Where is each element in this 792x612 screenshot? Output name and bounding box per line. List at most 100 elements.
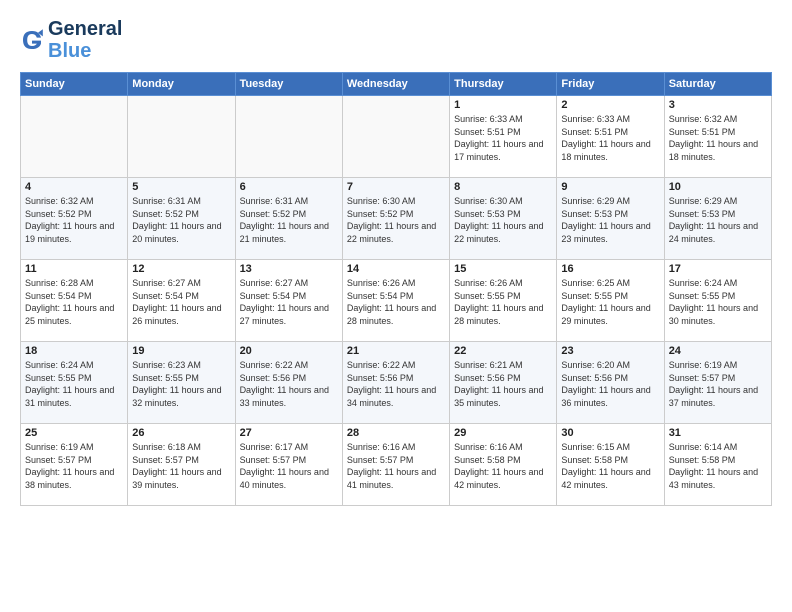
- day-info: Sunrise: 6:24 AM Sunset: 5:55 PM Dayligh…: [669, 277, 767, 327]
- day-info: Sunrise: 6:19 AM Sunset: 5:57 PM Dayligh…: [669, 359, 767, 409]
- calendar-cell: [235, 96, 342, 178]
- day-number: 5: [132, 181, 230, 193]
- day-info: Sunrise: 6:21 AM Sunset: 5:56 PM Dayligh…: [454, 359, 552, 409]
- day-info: Sunrise: 6:33 AM Sunset: 5:51 PM Dayligh…: [561, 113, 659, 163]
- weekday-header-thursday: Thursday: [450, 73, 557, 96]
- day-info: Sunrise: 6:16 AM Sunset: 5:57 PM Dayligh…: [347, 441, 445, 491]
- calendar-cell: 2 Sunrise: 6:33 AM Sunset: 5:51 PM Daylig…: [557, 96, 664, 178]
- day-info: Sunrise: 6:17 AM Sunset: 5:57 PM Dayligh…: [240, 441, 338, 491]
- day-number: 20: [240, 345, 338, 357]
- page: General Blue SundayMondayTuesdayWednesda…: [0, 0, 792, 518]
- day-info: Sunrise: 6:29 AM Sunset: 5:53 PM Dayligh…: [669, 195, 767, 245]
- day-number: 27: [240, 427, 338, 439]
- day-info: Sunrise: 6:31 AM Sunset: 5:52 PM Dayligh…: [240, 195, 338, 245]
- day-info: Sunrise: 6:26 AM Sunset: 5:55 PM Dayligh…: [454, 277, 552, 327]
- calendar-cell: 27 Sunrise: 6:17 AM Sunset: 5:57 PM Dayli…: [235, 424, 342, 506]
- day-info: Sunrise: 6:27 AM Sunset: 5:54 PM Dayligh…: [132, 277, 230, 327]
- calendar-cell: 15 Sunrise: 6:26 AM Sunset: 5:55 PM Dayli…: [450, 260, 557, 342]
- day-info: Sunrise: 6:27 AM Sunset: 5:54 PM Dayligh…: [240, 277, 338, 327]
- calendar-cell: 6 Sunrise: 6:31 AM Sunset: 5:52 PM Daylig…: [235, 178, 342, 260]
- day-info: Sunrise: 6:23 AM Sunset: 5:55 PM Dayligh…: [132, 359, 230, 409]
- day-info: Sunrise: 6:33 AM Sunset: 5:51 PM Dayligh…: [454, 113, 552, 163]
- day-info: Sunrise: 6:22 AM Sunset: 5:56 PM Dayligh…: [347, 359, 445, 409]
- calendar-cell: 11 Sunrise: 6:28 AM Sunset: 5:54 PM Dayli…: [21, 260, 128, 342]
- day-info: Sunrise: 6:30 AM Sunset: 5:52 PM Dayligh…: [347, 195, 445, 245]
- calendar-cell: [21, 96, 128, 178]
- calendar-cell: 17 Sunrise: 6:24 AM Sunset: 5:55 PM Dayli…: [664, 260, 771, 342]
- calendar-cell: 29 Sunrise: 6:16 AM Sunset: 5:58 PM Dayli…: [450, 424, 557, 506]
- day-info: Sunrise: 6:29 AM Sunset: 5:53 PM Dayligh…: [561, 195, 659, 245]
- calendar-cell: [342, 96, 449, 178]
- day-number: 19: [132, 345, 230, 357]
- logo-icon: [20, 28, 44, 52]
- day-number: 24: [669, 345, 767, 357]
- calendar-cell: 19 Sunrise: 6:23 AM Sunset: 5:55 PM Dayli…: [128, 342, 235, 424]
- calendar-cell: 14 Sunrise: 6:26 AM Sunset: 5:54 PM Dayli…: [342, 260, 449, 342]
- day-number: 11: [25, 263, 123, 275]
- day-info: Sunrise: 6:22 AM Sunset: 5:56 PM Dayligh…: [240, 359, 338, 409]
- calendar-cell: [128, 96, 235, 178]
- day-info: Sunrise: 6:20 AM Sunset: 5:56 PM Dayligh…: [561, 359, 659, 409]
- calendar-cell: 3Sunrise: 6:32 AM Sunset: 5:51 PM Daylig…: [664, 96, 771, 178]
- day-info: Sunrise: 6:25 AM Sunset: 5:55 PM Dayligh…: [561, 277, 659, 327]
- calendar-cell: 31Sunrise: 6:14 AM Sunset: 5:58 PM Dayli…: [664, 424, 771, 506]
- calendar-cell: 7Sunrise: 6:30 AM Sunset: 5:52 PM Daylig…: [342, 178, 449, 260]
- calendar-cell: 5 Sunrise: 6:31 AM Sunset: 5:52 PM Daylig…: [128, 178, 235, 260]
- calendar-cell: 18 Sunrise: 6:24 AM Sunset: 5:55 PM Dayli…: [21, 342, 128, 424]
- calendar-cell: 20 Sunrise: 6:22 AM Sunset: 5:56 PM Dayli…: [235, 342, 342, 424]
- logo: General Blue: [20, 18, 122, 62]
- weekday-header-sunday: Sunday: [21, 73, 128, 96]
- day-number: 18: [25, 345, 123, 357]
- calendar-cell: 16 Sunrise: 6:25 AM Sunset: 5:55 PM Dayli…: [557, 260, 664, 342]
- week-row-5: 25Sunrise: 6:19 AM Sunset: 5:57 PM Dayli…: [21, 424, 772, 506]
- week-row-1: 1 Sunrise: 6:33 AM Sunset: 5:51 PM Daylig…: [21, 96, 772, 178]
- calendar-cell: 13 Sunrise: 6:27 AM Sunset: 5:54 PM Dayli…: [235, 260, 342, 342]
- day-info: Sunrise: 6:26 AM Sunset: 5:54 PM Dayligh…: [347, 277, 445, 327]
- calendar-cell: 8 Sunrise: 6:30 AM Sunset: 5:53 PM Daylig…: [450, 178, 557, 260]
- calendar-cell: 28 Sunrise: 6:16 AM Sunset: 5:57 PM Dayli…: [342, 424, 449, 506]
- day-number: 16: [561, 263, 659, 275]
- weekday-header-wednesday: Wednesday: [342, 73, 449, 96]
- week-row-2: 4Sunrise: 6:32 AM Sunset: 5:52 PM Daylig…: [21, 178, 772, 260]
- day-number: 13: [240, 263, 338, 275]
- day-info: Sunrise: 6:16 AM Sunset: 5:58 PM Dayligh…: [454, 441, 552, 491]
- day-info: Sunrise: 6:31 AM Sunset: 5:52 PM Dayligh…: [132, 195, 230, 245]
- calendar-cell: 12Sunrise: 6:27 AM Sunset: 5:54 PM Dayli…: [128, 260, 235, 342]
- day-number: 28: [347, 427, 445, 439]
- weekday-header-monday: Monday: [128, 73, 235, 96]
- weekday-header-friday: Friday: [557, 73, 664, 96]
- day-info: Sunrise: 6:24 AM Sunset: 5:55 PM Dayligh…: [25, 359, 123, 409]
- day-number: 8: [454, 181, 552, 193]
- weekday-header-tuesday: Tuesday: [235, 73, 342, 96]
- day-info: Sunrise: 6:32 AM Sunset: 5:51 PM Dayligh…: [669, 113, 767, 163]
- day-number: 29: [454, 427, 552, 439]
- calendar-cell: 1 Sunrise: 6:33 AM Sunset: 5:51 PM Daylig…: [450, 96, 557, 178]
- day-number: 2: [561, 99, 659, 111]
- calendar-cell: 4Sunrise: 6:32 AM Sunset: 5:52 PM Daylig…: [21, 178, 128, 260]
- day-info: Sunrise: 6:15 AM Sunset: 5:58 PM Dayligh…: [561, 441, 659, 491]
- calendar-cell: 26Sunrise: 6:18 AM Sunset: 5:57 PM Dayli…: [128, 424, 235, 506]
- day-number: 15: [454, 263, 552, 275]
- day-number: 14: [347, 263, 445, 275]
- calendar-cell: 10Sunrise: 6:29 AM Sunset: 5:53 PM Dayli…: [664, 178, 771, 260]
- calendar-cell: 24 Sunrise: 6:19 AM Sunset: 5:57 PM Dayli…: [664, 342, 771, 424]
- calendar-cell: 22Sunrise: 6:21 AM Sunset: 5:56 PM Dayli…: [450, 342, 557, 424]
- day-number: 6: [240, 181, 338, 193]
- logo-text: General Blue: [48, 18, 122, 62]
- day-number: 17: [669, 263, 767, 275]
- calendar: SundayMondayTuesdayWednesdayThursdayFrid…: [20, 72, 772, 506]
- day-info: Sunrise: 6:30 AM Sunset: 5:53 PM Dayligh…: [454, 195, 552, 245]
- calendar-cell: 9Sunrise: 6:29 AM Sunset: 5:53 PM Daylig…: [557, 178, 664, 260]
- calendar-cell: 30Sunrise: 6:15 AM Sunset: 5:58 PM Dayli…: [557, 424, 664, 506]
- calendar-cell: 23 Sunrise: 6:20 AM Sunset: 5:56 PM Dayli…: [557, 342, 664, 424]
- week-row-3: 11 Sunrise: 6:28 AM Sunset: 5:54 PM Dayli…: [21, 260, 772, 342]
- weekday-header-saturday: Saturday: [664, 73, 771, 96]
- day-number: 4: [25, 181, 123, 193]
- calendar-cell: 21 Sunrise: 6:22 AM Sunset: 5:56 PM Dayli…: [342, 342, 449, 424]
- day-number: 31: [669, 427, 767, 439]
- day-number: 21: [347, 345, 445, 357]
- day-number: 23: [561, 345, 659, 357]
- day-number: 25: [25, 427, 123, 439]
- day-info: Sunrise: 6:28 AM Sunset: 5:54 PM Dayligh…: [25, 277, 123, 327]
- day-number: 1: [454, 99, 552, 111]
